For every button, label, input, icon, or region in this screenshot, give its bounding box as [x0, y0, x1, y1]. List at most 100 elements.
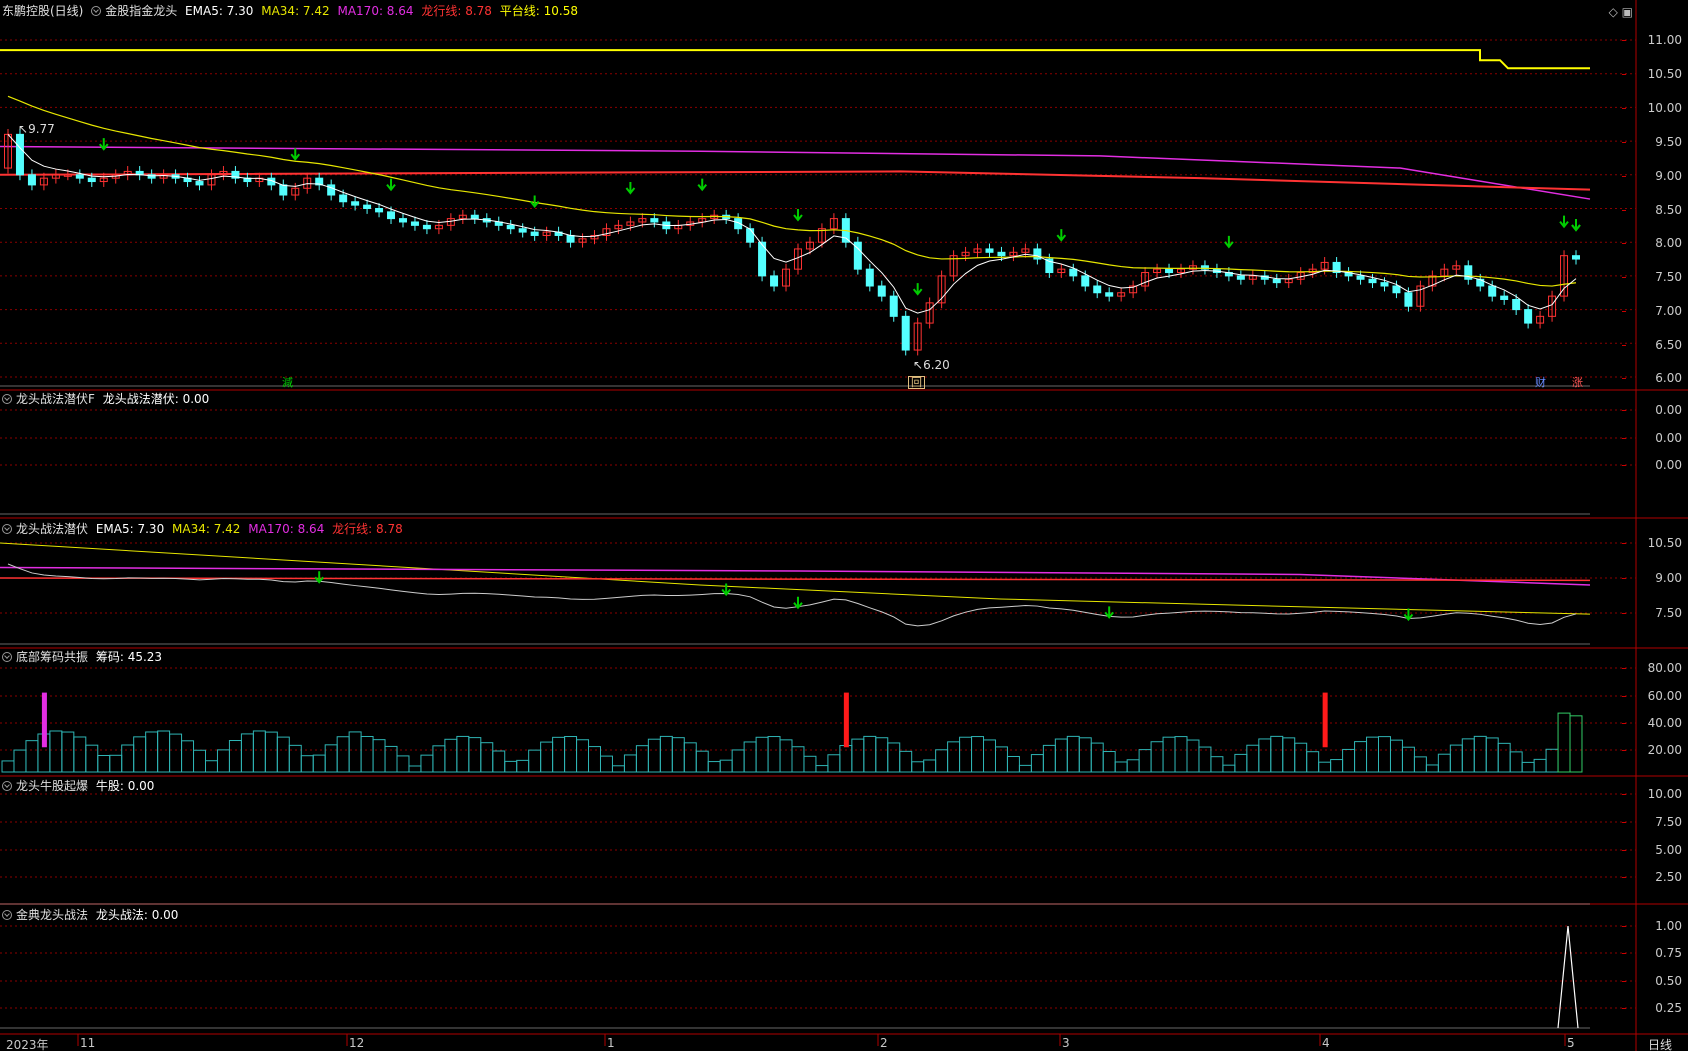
chip-bar — [731, 749, 745, 773]
y-tick: 9.50 — [1622, 135, 1682, 149]
high-price-label: ↖9.77 — [18, 122, 55, 136]
chip-bar — [348, 731, 362, 773]
candle-body — [279, 184, 288, 196]
chip-bar — [815, 765, 829, 773]
date-label: 2023年 — [6, 1038, 49, 1051]
chip-bar — [1318, 761, 1332, 773]
y-tick: 10.50 — [1622, 67, 1682, 81]
chip-bar — [1473, 735, 1487, 773]
candle-body — [770, 275, 779, 287]
panel5-settings-icon[interactable] — [2, 781, 12, 791]
candle-body — [1572, 255, 1580, 260]
indicator-settings-icon[interactable] — [91, 6, 102, 16]
indicator-name[interactable]: 金股指金龙头 — [105, 4, 177, 18]
panel6-y-tick: 0.50 — [1622, 974, 1682, 988]
candle-body — [339, 194, 348, 203]
candle-body — [387, 211, 396, 220]
chip-bar — [1354, 741, 1368, 773]
candle-body — [865, 268, 874, 287]
chip-bar — [755, 736, 769, 773]
chip-bar — [659, 735, 673, 773]
chip-bar — [516, 759, 530, 773]
chip-bar — [647, 738, 661, 773]
chip-bar — [181, 740, 195, 773]
diamond-icon[interactable]: ◇ — [1609, 5, 1618, 19]
chip-bar — [300, 755, 314, 773]
chip-bar — [994, 746, 1008, 773]
ma34-label: MA34: 7.42 — [261, 4, 330, 18]
chip-bar — [959, 736, 973, 773]
ema5-line — [7, 134, 1577, 314]
candle-body — [746, 228, 755, 243]
candle-body — [1236, 275, 1245, 280]
chip-bar — [133, 736, 147, 773]
candle-body — [351, 201, 360, 206]
chip-bar — [193, 749, 206, 773]
y-tick: 6.50 — [1622, 338, 1682, 352]
marker-jian[interactable]: 減 — [280, 376, 295, 389]
chip-bar — [240, 733, 254, 773]
chip-bar — [264, 731, 278, 773]
y-tick: 7.50 — [1622, 270, 1682, 284]
panel5-name[interactable]: 龙头牛股起爆 — [16, 779, 88, 793]
chip-bar — [1294, 742, 1308, 773]
panel3-name[interactable]: 龙头战法潜伏 — [16, 522, 88, 536]
chip-bar — [1030, 754, 1044, 773]
candle-body — [195, 181, 204, 186]
chip-bar — [480, 742, 494, 773]
candle-body — [375, 208, 384, 213]
chip-bar — [1090, 742, 1104, 773]
chip-bar — [336, 736, 350, 773]
chip-bar — [360, 735, 374, 773]
candle-body — [363, 204, 372, 210]
stock-title[interactable]: 东鹏控股(日线) — [2, 4, 83, 18]
panel4-settings-icon[interactable] — [2, 652, 12, 662]
window-icon[interactable]: ▣ — [1622, 5, 1633, 19]
chip-bar — [1078, 737, 1092, 773]
chip-bar — [1366, 736, 1380, 773]
chip-bar — [1533, 758, 1547, 773]
chip-bar — [109, 754, 123, 773]
chip-bar — [1138, 749, 1152, 773]
chip-signal-bar — [41, 692, 47, 748]
buy-signal-arrow — [386, 178, 396, 192]
chip-bar — [552, 736, 566, 773]
candle-body — [1524, 309, 1533, 324]
panel3-header: 龙头战法潜伏 EMA5: 7.30 MA34: 7.42 MA170: 8.64… — [2, 522, 407, 536]
panel5-header: 龙头牛股起爆 牛股: 0.00 — [2, 779, 158, 793]
chip-bar — [827, 754, 841, 773]
panel3-ma170: MA170: 8.64 — [248, 522, 325, 536]
chip-signal-bar — [1322, 692, 1328, 748]
panel4-name[interactable]: 底部筹码共振 — [16, 650, 88, 664]
marker-hui[interactable]: 回 — [908, 376, 925, 389]
panel3-settings-icon[interactable] — [2, 524, 12, 534]
buy-signal-arrow — [1056, 229, 1067, 242]
chip-bar — [372, 739, 386, 773]
panel6-name[interactable]: 金典龙头战法 — [16, 908, 88, 922]
chip-bar — [564, 736, 578, 773]
panel5-y-tick: 10.00 — [1622, 787, 1682, 801]
chip-bar — [791, 746, 805, 773]
panel6-settings-icon[interactable] — [2, 910, 12, 920]
panel2-settings-icon[interactable] — [2, 394, 12, 404]
chip-bar — [863, 735, 877, 773]
period-label[interactable]: 日线 — [1648, 1036, 1672, 1051]
panel2-name[interactable]: 龙头战法潜伏F — [16, 392, 95, 406]
chip-bar — [73, 736, 87, 773]
marker-cai[interactable]: 财 — [1533, 376, 1548, 389]
marker-zhang[interactable]: 涨 — [1570, 376, 1585, 389]
chip-bar — [97, 755, 111, 773]
date-label: 12 — [349, 1036, 365, 1050]
chip-bar — [157, 730, 171, 773]
high-price-value: 9.77 — [28, 122, 55, 136]
chip-bar — [1150, 741, 1164, 773]
chip-bar — [432, 745, 446, 773]
chip-bar — [779, 739, 793, 773]
chip-bar — [1545, 748, 1559, 773]
buy-signal-arrow — [912, 283, 923, 296]
candle-body — [1500, 295, 1509, 300]
chip-bar — [1521, 761, 1535, 773]
chip-bar — [1174, 736, 1188, 773]
panel6-y-tick: 0.25 — [1622, 1001, 1682, 1015]
date-label: 5 — [1567, 1036, 1575, 1050]
